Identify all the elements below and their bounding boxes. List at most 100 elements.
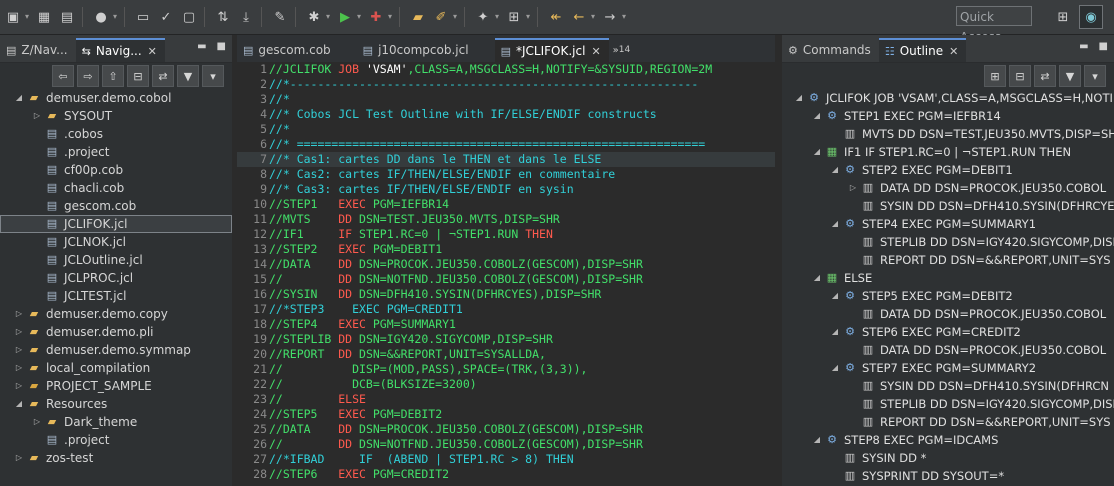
back-icon[interactable]: ⇦ <box>52 65 74 87</box>
back-dropdown-icon[interactable]: ▾ <box>589 7 597 27</box>
tree-item[interactable]: ▤ .project <box>0 143 232 161</box>
collapsed-chevron-icon[interactable]: ▷ <box>846 179 860 197</box>
tree-item[interactable]: ▤ chacli.cob <box>0 179 232 197</box>
outline-item[interactable]: ◢ ⚙ STEP6 EXEC PGM=CREDIT2 <box>782 323 1114 341</box>
debug-dropdown-icon[interactable]: ▾ <box>324 7 332 27</box>
view-menu-icon[interactable]: ▾ <box>1084 65 1106 87</box>
maximize-icon[interactable]: ■ <box>1099 41 1108 52</box>
tree-item[interactable]: ▷ ▰ demuser.demo.symmap <box>0 341 232 359</box>
expanded-chevron-icon[interactable]: ◢ <box>828 161 842 179</box>
tab-j10compcob-jcl[interactable]: ▤ j10compcob.jcl <box>357 38 477 62</box>
outline-item[interactable]: ◢ ⚙ STEP1 EXEC PGM=IEFBR14 <box>782 107 1114 125</box>
expanded-chevron-icon[interactable]: ◢ <box>828 287 842 305</box>
tree-item[interactable]: ▤ gescom.cob <box>0 197 232 215</box>
pin-dropdown-icon[interactable]: ▾ <box>524 7 532 27</box>
open-folder-icon[interactable]: ▰ <box>408 7 428 27</box>
external-tools-icon[interactable]: ✚ <box>366 7 386 27</box>
outline-item[interactable]: ◢ ⚙ JCLIFOK JOB 'VSAM',CLASS=A,MSGCLASS=H,… <box>782 89 1114 107</box>
outline-item[interactable]: ▥ STEPLIB DD DSN=IGY420.SIGYCOMP,DISP <box>782 395 1114 413</box>
minimize-icon[interactable]: ▬ <box>197 41 206 52</box>
download-icon[interactable]: ⤓ <box>236 7 256 27</box>
outline-item[interactable]: ▥ SYSIN DD DSN=DFH410.SYSIN(DFHRCN <box>782 377 1114 395</box>
external-tools-dropdown-icon[interactable]: ▾ <box>386 7 394 27</box>
sort-icon[interactable]: ⇅ <box>213 7 233 27</box>
tree-item[interactable]: ▤ .cobos <box>0 125 232 143</box>
collapsed-chevron-icon[interactable]: ▷ <box>30 413 44 431</box>
outline-item[interactable]: ▥ DATA DD DSN=PROCOK.JEU350.COBOL <box>782 341 1114 359</box>
tab-gescom-cob[interactable]: ▤ gescom.cob <box>237 38 339 62</box>
save-icon[interactable]: ▦ <box>34 7 54 27</box>
tree-item[interactable]: ▤ cf00p.cob <box>0 161 232 179</box>
view-menu-icon[interactable]: ▾ <box>202 65 224 87</box>
user-dropdown-icon[interactable]: ▾ <box>111 7 119 27</box>
new-dropdown-icon[interactable]: ▾ <box>23 7 31 27</box>
tree-item[interactable]: ▤ .project <box>0 431 232 449</box>
code-editor[interactable]: 1//JCLIFOK JOB 'VSAM',CLASS=A,MSGCLASS=H… <box>237 62 775 486</box>
perspective-icon[interactable]: ◉ <box>1079 5 1103 29</box>
collapsed-chevron-icon[interactable]: ▷ <box>12 323 26 341</box>
forward-dropdown-icon[interactable]: ▾ <box>620 7 628 27</box>
tab-outline[interactable]: ☷ Outline ✕ <box>878 38 967 62</box>
tree-item[interactable]: ▷ ▰ Dark_theme <box>0 413 232 431</box>
expanded-chevron-icon[interactable]: ◢ <box>12 89 26 107</box>
expanded-chevron-icon[interactable]: ◢ <box>810 269 824 287</box>
collapsed-chevron-icon[interactable]: ▷ <box>12 359 26 377</box>
collapsed-chevron-icon[interactable]: ▷ <box>12 377 26 395</box>
outline-item[interactable]: ◢ ⚙ STEP7 EXEC PGM=SUMMARY2 <box>782 359 1114 377</box>
minimize-icon[interactable]: ▬ <box>1079 41 1088 52</box>
outline-item[interactable]: ▥ STEPLIB DD DSN=IGY420.SIGYCOMP,DISP <box>782 233 1114 251</box>
new-icon[interactable]: ▣ <box>3 7 23 27</box>
tree-item[interactable]: ▤ JCLOutline.jcl <box>0 251 232 269</box>
outline-item[interactable]: ▷ ▥ DATA DD DSN=PROCOK.JEU350.COBOL <box>782 179 1114 197</box>
collapsed-chevron-icon[interactable]: ▷ <box>12 305 26 323</box>
collapse-all-icon[interactable]: ⊟ <box>127 65 149 87</box>
quick-access-field[interactable]: Quick Access <box>956 6 1032 44</box>
task-icon[interactable]: ▢ <box>179 7 199 27</box>
pen-icon[interactable]: ✐ <box>431 7 451 27</box>
outline-item[interactable]: ◢ ⚙ STEP4 EXEC PGM=SUMMARY1 <box>782 215 1114 233</box>
collapsed-chevron-icon[interactable]: ▷ <box>12 341 26 359</box>
close-icon[interactable]: ✕ <box>949 45 958 58</box>
filter-icon[interactable]: ▼ <box>1059 65 1081 87</box>
annotation-dropdown-icon[interactable]: ▾ <box>493 7 501 27</box>
expanded-chevron-icon[interactable]: ◢ <box>12 395 26 413</box>
tree-item[interactable]: ▤ JCLTEST.jcl <box>0 287 232 305</box>
tree-item[interactable]: ◢ ▰ Resources <box>0 395 232 413</box>
link-with-editor-icon[interactable]: ⇄ <box>152 65 174 87</box>
close-icon[interactable]: ✕ <box>591 45 600 58</box>
expanded-chevron-icon[interactable]: ◢ <box>810 107 824 125</box>
tree-item[interactable]: ▷ ▰ SYSOUT <box>0 107 232 125</box>
debug-icon[interactable]: ✱ <box>304 7 324 27</box>
tree-item[interactable]: ▷ ▰ PROJECT_SAMPLE <box>0 377 232 395</box>
tree-item[interactable]: ▷ ▰ zos-test <box>0 449 232 467</box>
run-icon[interactable]: ▶ <box>335 7 355 27</box>
annotation-icon[interactable]: ✦ <box>473 7 493 27</box>
outline-item[interactable]: ◢ ⚙ STEP8 EXEC PGM=IDCAMS <box>782 431 1114 449</box>
spellcheck-icon[interactable]: ✓ <box>156 7 176 27</box>
tab-znavigator[interactable]: ▤ Z/Nav... <box>0 38 76 62</box>
filter-icon[interactable]: ▼ <box>177 65 199 87</box>
collapsed-chevron-icon[interactable]: ▷ <box>30 107 44 125</box>
outline-item[interactable]: ▥ REPORT DD DSN=&&REPORT,UNIT=SYS <box>782 251 1114 269</box>
tree-item[interactable]: ▤ JCLNOK.jcl <box>0 233 232 251</box>
tools-icon[interactable]: ✎ <box>270 7 290 27</box>
back-icon[interactable]: ← <box>569 7 589 27</box>
close-icon[interactable]: ✕ <box>148 45 157 58</box>
tab-navigator[interactable]: ⇆ Navig... ✕ <box>75 38 165 62</box>
pen-dropdown-icon[interactable]: ▾ <box>451 7 459 27</box>
expanded-chevron-icon[interactable]: ◢ <box>792 89 806 107</box>
user-icon[interactable]: ● <box>91 7 111 27</box>
expand-all-icon[interactable]: ⊞ <box>984 65 1006 87</box>
tree-item[interactable]: ▤ JCLIFOK.jcl <box>0 215 232 233</box>
tree-item[interactable]: ▷ ▰ demuser.demo.copy <box>0 305 232 323</box>
terminal-icon[interactable]: ▭ <box>133 7 153 27</box>
outline-item[interactable]: ◢ ▦ IF1 IF STEP1.RC=0 | ¬STEP1.RUN THEN <box>782 143 1114 161</box>
tree-item[interactable]: ▤ JCLPROC.jcl <box>0 269 232 287</box>
sync-icon[interactable]: ⇄ <box>1034 65 1056 87</box>
tree-item[interactable]: ◢ ▰ demuser.demo.cobol <box>0 89 232 107</box>
outline-item[interactable]: ◢ ▦ ELSE <box>782 269 1114 287</box>
tree-item[interactable]: ▷ ▰ local_compilation <box>0 359 232 377</box>
outline-item[interactable]: ◢ ⚙ STEP2 EXEC PGM=DEBIT1 <box>782 161 1114 179</box>
expanded-chevron-icon[interactable]: ◢ <box>828 359 842 377</box>
tab-jclifok-jcl[interactable]: ▤ *JCLIFOK.jcl ✕ <box>494 38 609 62</box>
